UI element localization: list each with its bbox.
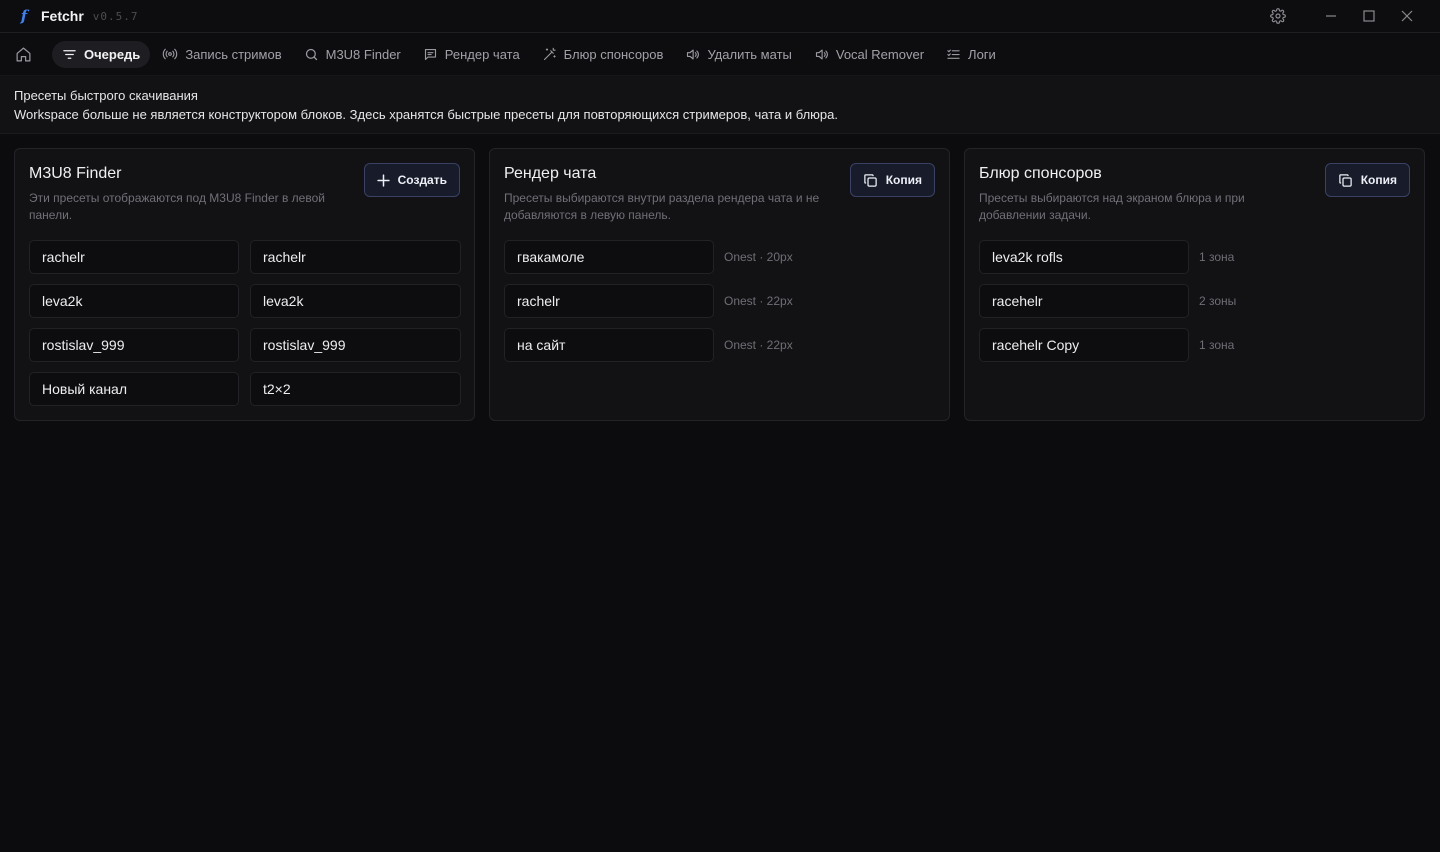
maximize-icon	[1363, 10, 1375, 22]
preset-item[interactable]: racehelr	[979, 284, 1189, 318]
card-description: Эти пресеты отображаются под M3U8 Finder…	[29, 191, 325, 222]
banner-text: Workspace больше не является конструктор…	[14, 107, 839, 122]
preset-meta: Onest · 22px	[724, 294, 793, 308]
minimize-icon	[1326, 15, 1336, 17]
minimize-button[interactable]	[1312, 0, 1350, 33]
tab-label: M3U8 Finder	[325, 46, 401, 62]
tab-bar: Очередь Запись стримов M3U8 Finder Ренде…	[0, 33, 1440, 76]
close-button[interactable]	[1388, 0, 1426, 33]
speaker-icon	[685, 47, 700, 62]
banner-title: Пресеты быстрого скачивания	[14, 88, 198, 103]
preset-item[interactable]: rostislav_999	[250, 328, 461, 362]
tab-queue[interactable]: Очередь	[52, 40, 151, 68]
tab-label: Рендер чата	[444, 46, 520, 62]
list-item: leva2k rofls 1 зона	[979, 240, 1410, 274]
copy-preset-button[interactable]: Копия	[1324, 163, 1410, 197]
button-label: Копия	[885, 173, 922, 187]
sponsor-blur-presets-card: Блюр спонсоров Пресеты выбираются над эк…	[964, 148, 1425, 421]
list-item: на сайт Onest · 22px	[504, 328, 935, 362]
tab-remove-profanity[interactable]: Удалить маты	[675, 41, 801, 68]
list-item: гвакамоле Onest · 20px	[504, 240, 935, 274]
tab-sponsor-blur[interactable]: Блюр спонсоров	[532, 41, 674, 68]
settings-button[interactable]	[1259, 0, 1297, 33]
tab-chat-render[interactable]: Рендер чата	[413, 41, 530, 68]
tab-label: Блюр спонсоров	[563, 46, 664, 62]
plus-icon	[376, 173, 390, 187]
preset-item[interactable]: leva2k rofls	[979, 240, 1189, 274]
maximize-button[interactable]	[1350, 0, 1388, 33]
card-title: Блюр спонсоров	[979, 165, 1102, 182]
app-version: v0.5.7	[92, 9, 139, 23]
list-item: rachelr Onest · 22px	[504, 284, 935, 318]
magic-wand-icon	[542, 47, 557, 62]
preset-item[interactable]: rostislav_999	[29, 328, 239, 362]
gear-icon	[1270, 8, 1286, 24]
list-item: racehelr 2 зоны	[979, 284, 1410, 318]
tab-label: Очередь	[84, 46, 141, 62]
preset-item[interactable]: rachelr	[29, 240, 239, 274]
tab-label: Логи	[968, 46, 996, 62]
m3u8-presets-card: M3U8 Finder Эти пресеты отображаются под…	[14, 148, 475, 421]
search-icon	[304, 47, 319, 62]
preset-meta: Onest · 22px	[724, 338, 793, 352]
chat-render-presets-card: Рендер чата Пресеты выбираются внутри ра…	[489, 148, 950, 421]
broadcast-icon	[162, 46, 178, 62]
list-checks-icon	[946, 47, 961, 62]
tab-logs[interactable]: Логи	[936, 41, 1006, 68]
preset-meta: 2 зоны	[1199, 294, 1237, 308]
info-banner: Пресеты быстрого скачивания Workspace бо…	[0, 76, 1440, 134]
button-label: Копия	[1360, 173, 1397, 187]
preset-item[interactable]: на сайт	[504, 328, 714, 362]
close-icon	[1401, 10, 1413, 22]
tab-vocal-remover[interactable]: Vocal Remover	[804, 41, 934, 68]
preset-item[interactable]: rachelr	[504, 284, 714, 318]
preset-item[interactable]: rachelr	[250, 240, 461, 274]
preset-item[interactable]: leva2k	[29, 284, 239, 318]
preset-item[interactable]: гвакамоле	[504, 240, 714, 274]
create-preset-button[interactable]: Создать	[363, 163, 460, 197]
tab-label: Удалить маты	[707, 46, 792, 62]
preset-item[interactable]: t2×2	[250, 372, 461, 406]
tab-home[interactable]	[8, 41, 46, 68]
speaker-icon	[814, 47, 829, 62]
chat-icon	[423, 47, 438, 62]
preset-item[interactable]: Новый канал	[29, 372, 239, 406]
tab-label: Vocal Remover	[835, 46, 925, 62]
preset-meta: 1 зона	[1199, 338, 1235, 352]
copy-icon	[863, 173, 878, 188]
tab-label: Запись стримов	[185, 46, 282, 62]
app-name: Fetchr	[41, 8, 84, 24]
tab-m3u8-finder[interactable]: M3U8 Finder	[294, 41, 411, 68]
copy-icon	[1338, 173, 1353, 188]
home-icon	[15, 46, 32, 63]
card-title: Рендер чата	[504, 165, 597, 182]
card-description: Пресеты выбираются внутри раздела рендер…	[504, 191, 820, 222]
title-bar: f Fetchr v0.5.7	[0, 0, 1440, 33]
tab-stream-recording[interactable]: Запись стримов	[152, 41, 291, 68]
preset-item[interactable]: leva2k	[250, 284, 461, 318]
filter-lines-icon	[62, 47, 77, 62]
card-description: Пресеты выбираются над экраном блюра и п…	[979, 191, 1245, 222]
preset-meta: Onest · 20px	[724, 250, 793, 264]
list-item: racehelr Copy 1 зона	[979, 328, 1410, 362]
preset-meta: 1 зона	[1199, 250, 1235, 264]
preset-item[interactable]: racehelr Copy	[979, 328, 1189, 362]
preset-cards: M3U8 Finder Эти пресеты отображаются под…	[0, 134, 1440, 421]
button-label: Создать	[397, 173, 447, 187]
copy-preset-button[interactable]: Копия	[849, 163, 935, 197]
card-title: M3U8 Finder	[29, 165, 122, 182]
app-logo-icon: f	[20, 7, 28, 25]
